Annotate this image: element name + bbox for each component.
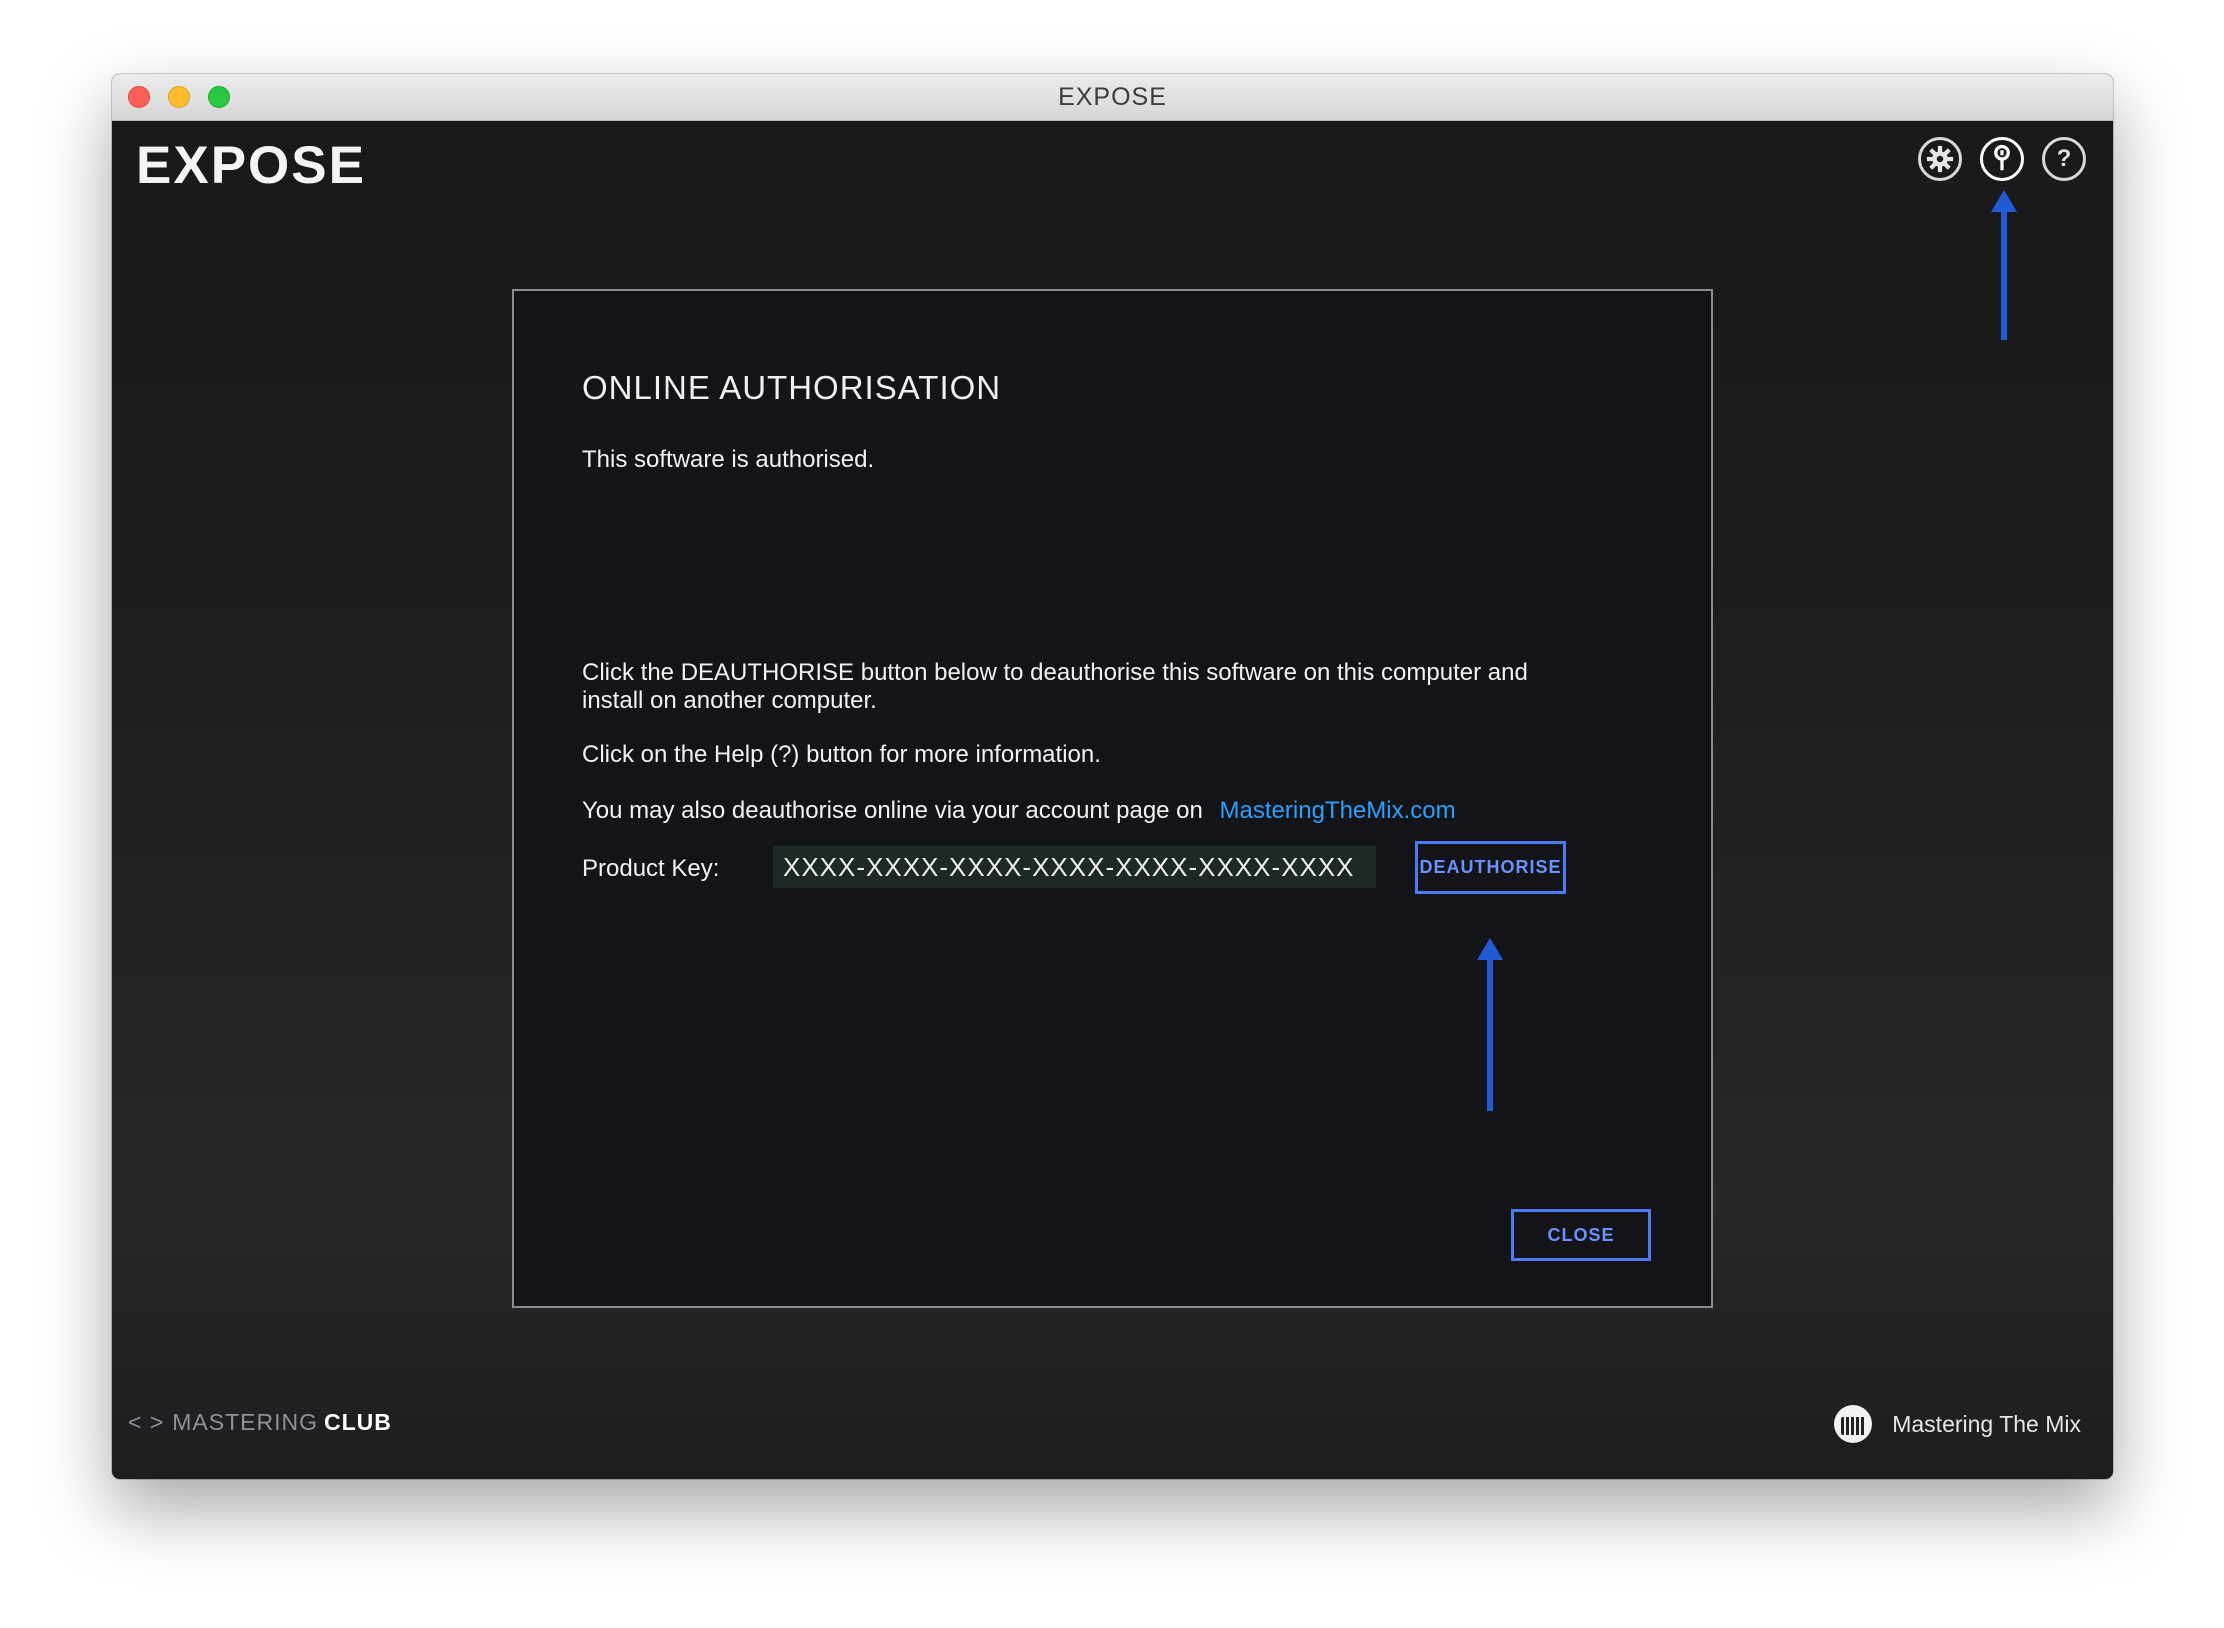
mastering-club-link[interactable]: < > MASTERING CLUB — [128, 1409, 392, 1436]
mastering-the-mix-brand[interactable]: Mastering The Mix — [1834, 1405, 2081, 1443]
deauthorise-instructions: Click the DEAUTHORISE button below to de… — [582, 659, 1528, 714]
mastering-the-mix-label: Mastering The Mix — [1892, 1410, 2081, 1437]
authorisation-status: This software is authorised. — [582, 446, 875, 473]
title-bar[interactable]: EXPOSE — [112, 74, 2113, 121]
dialog-title: ONLINE AUTHORISATION — [582, 369, 1002, 406]
annotation-arrow-deauthorise — [1477, 938, 1503, 1111]
key-icon — [1994, 144, 2010, 171]
app-content: EXPOSE ? ONLINE AUTHORISATION This softw… — [112, 121, 2113, 1479]
authorisation-button[interactable] — [1980, 137, 2024, 181]
online-deauth-label: You may also deauthorise online via your… — [582, 797, 1203, 824]
help-hint: Click on the Help (?) button for more in… — [582, 741, 1101, 768]
online-deauth-text: You may also deauthorise online via your… — [582, 797, 1456, 825]
annotation-arrow-auth — [1991, 190, 2017, 340]
deauthorise-button[interactable]: DEAUTHORISE — [1415, 841, 1566, 894]
mastering-club-bold: CLUB — [324, 1409, 392, 1435]
mastering-the-mix-link[interactable]: MasteringTheMix.com — [1220, 797, 1456, 824]
product-key-field[interactable]: XXXX-XXXX-XXXX-XXXX-XXXX-XXXX-XXXX — [773, 846, 1376, 888]
question-icon: ? — [2056, 145, 2072, 172]
settings-button[interactable] — [1918, 137, 1962, 181]
app-logo: EXPOSE — [136, 136, 366, 195]
code-chevrons-icon: < > — [128, 1409, 165, 1435]
product-key-label: Product Key: — [582, 855, 720, 882]
close-button[interactable]: CLOSE — [1511, 1209, 1651, 1261]
app-window: EXPOSE EXPOSE ? ONLINE AUTHORISATION Thi… — [112, 74, 2113, 1479]
gear-icon — [1926, 145, 1954, 173]
mastering-the-mix-logo-icon — [1834, 1405, 1873, 1443]
help-button[interactable]: ? — [2042, 137, 2086, 181]
authorisation-dialog: ONLINE AUTHORISATION This software is au… — [512, 289, 1713, 1308]
mastering-club-light: MASTERING — [172, 1409, 318, 1435]
window-title: EXPOSE — [1058, 83, 1167, 111]
